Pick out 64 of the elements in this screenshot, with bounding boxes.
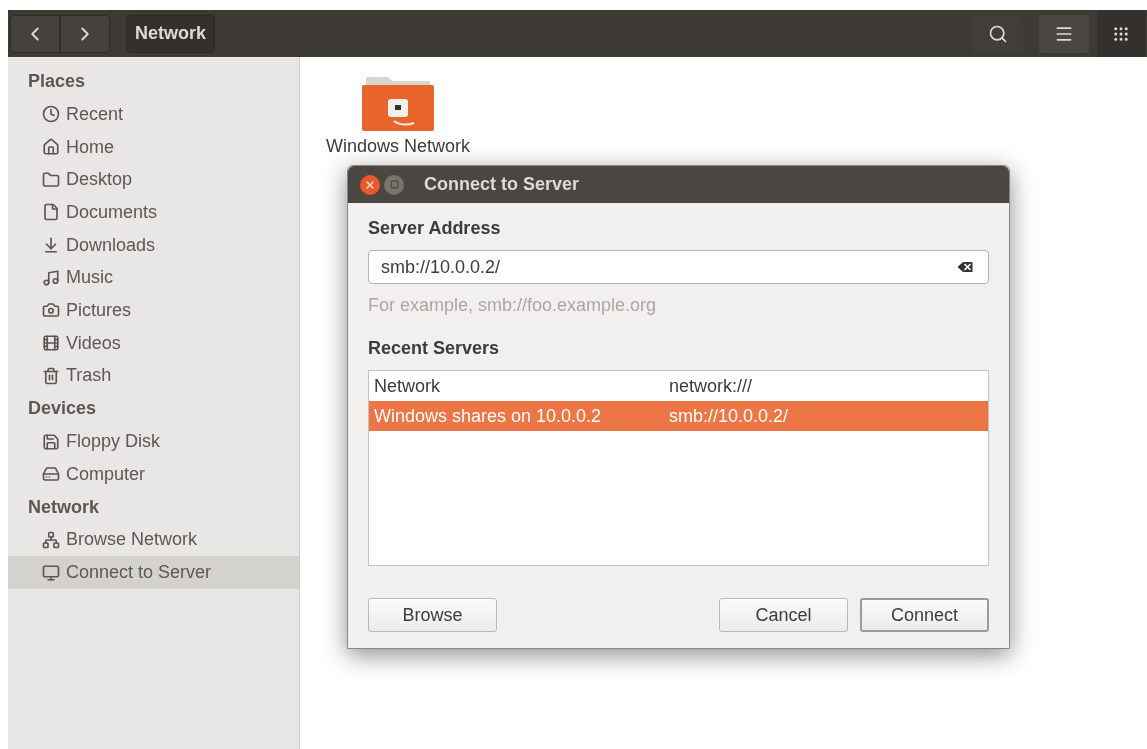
sidebar-item[interactable]: Browse Network [8,523,299,557]
server-uri: smb://10.0.0.2/ [669,404,789,428]
server-address-field[interactable]: smb://10.0.0.2/ [368,250,989,284]
sidebar-label: Floppy Disk [66,430,161,454]
server-uri: network:/// [669,374,753,398]
download-icon [42,236,60,255]
film-icon [42,334,60,353]
network-icon [42,530,60,549]
sidebar-item[interactable]: Computer [8,457,299,491]
menu-button[interactable] [1039,14,1089,53]
search-button[interactable] [973,14,1023,53]
sidebar-item[interactable]: Videos [8,326,299,360]
grid-view-button[interactable] [1097,10,1145,57]
sidebar-label: Trash [66,364,112,388]
square-icon [389,180,399,189]
path-button[interactable]: Network [126,14,215,53]
sidebar-item[interactable]: Music [8,261,299,295]
item-label[interactable]: Windows Network [326,133,471,160]
section-heading: Recent Servers [368,337,501,360]
home-icon [42,138,60,157]
sidebar-item[interactable]: Floppy Disk [8,425,299,458]
sidebar-item[interactable]: Connect to Server [8,556,299,589]
trash-icon [42,366,60,385]
sidebar-item[interactable]: Recent [8,98,299,131]
sidebar-item[interactable]: Home [8,130,299,164]
sidebar-label: Downloads [66,233,156,257]
section-heading: Network [27,495,100,519]
sidebar-label: Music [66,266,113,290]
dialog-title: Connect to Server [424,173,580,196]
sidebar-label: Browse Network [66,528,198,552]
sidebar-item[interactable]: Pictures [8,294,299,327]
sidebar-item[interactable]: Downloads [8,228,299,262]
dialog-button[interactable]: Browse [368,598,497,632]
sidebar-label: Videos [66,331,121,355]
camera-icon [42,301,60,320]
server-row[interactable]: Network network:/// [369,371,988,401]
section-heading: Devices [27,397,98,421]
close-icon [364,178,376,191]
search-icon [988,23,1008,44]
field-label: Server Address [368,217,502,240]
sidebar-label: Desktop [66,168,133,192]
sidebar-label: Connect to Server [66,561,212,585]
sidebar-label: Home [66,135,114,159]
hint-text: For example, smb://foo.example.org [368,294,658,317]
clock-icon [42,105,60,124]
monitor-icon [42,563,60,582]
grid-icon [1112,24,1130,43]
sidebar-item[interactable]: Desktop [8,163,299,197]
default-button[interactable]: Connect [860,598,989,632]
sidebar-label: Recent [66,102,124,126]
close-button[interactable] [360,174,380,195]
server-name: Network [373,374,441,398]
document-icon [42,203,60,222]
music-icon [42,268,60,287]
server-name: Windows shares on 10.0.0.2 [373,404,603,428]
sidebar-item[interactable]: Documents [8,196,299,229]
dialog-button[interactable]: Cancel [719,598,848,632]
section-heading: Places [27,70,87,93]
sidebar-label: Documents [66,200,158,224]
sidebar-label: Pictures [66,298,132,322]
drive-icon [42,465,60,484]
sidebar-label: Computer [66,462,146,486]
sidebar-item[interactable]: Trash [8,359,299,393]
folder-icon [42,170,60,189]
